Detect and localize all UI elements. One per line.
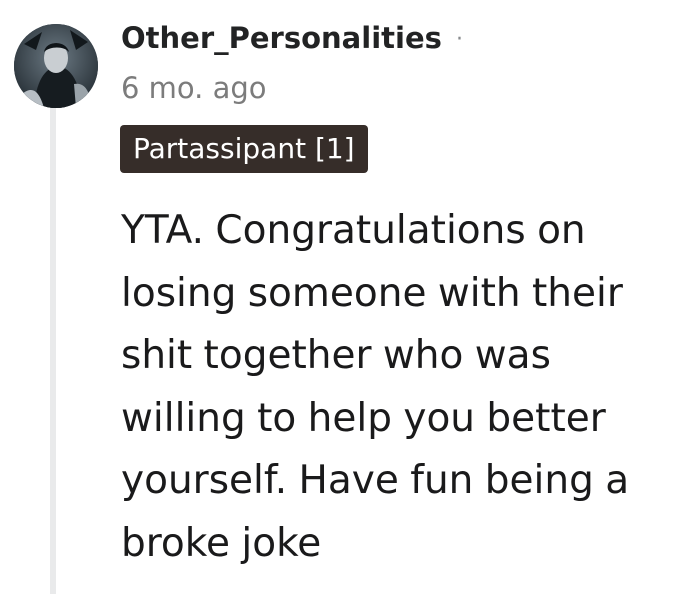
comment-timestamp[interactable]: 6 mo. ago xyxy=(121,68,267,108)
comment-author[interactable]: Other_Personalities xyxy=(121,18,442,58)
avatar-portrait-icon xyxy=(14,24,98,108)
user-avatar[interactable] xyxy=(14,24,98,108)
thread-collapse-line[interactable] xyxy=(50,106,56,594)
user-flair-badge: Partassipant [1] xyxy=(120,125,368,173)
meta-separator: · xyxy=(456,27,463,52)
comment: Other_Personalities · 6 mo. ago Partassi… xyxy=(0,0,694,594)
comment-body: YTA. Congratulations on losing someone w… xyxy=(121,208,630,566)
